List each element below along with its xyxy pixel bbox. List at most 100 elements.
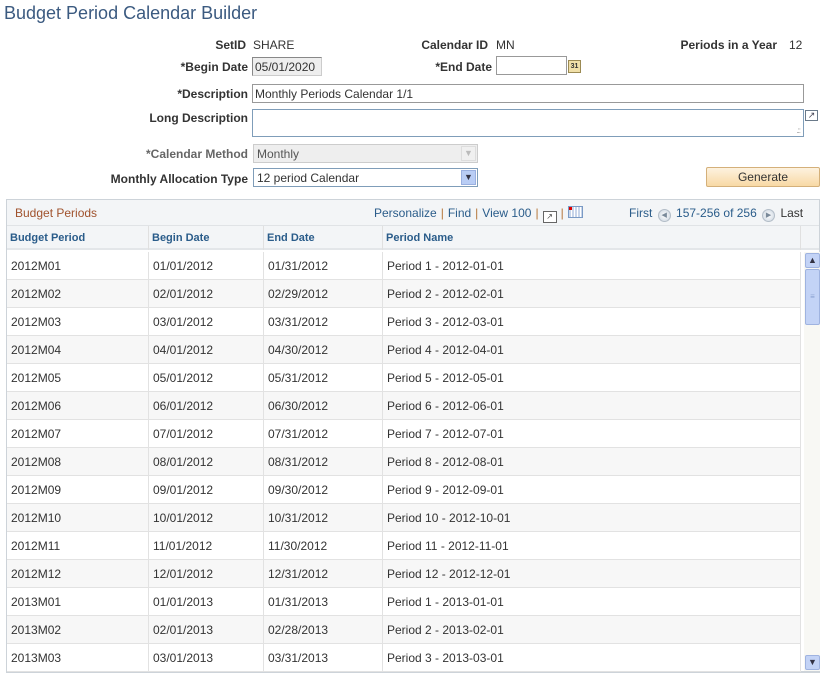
budget-period-cell: 2013M01 — [7, 588, 149, 616]
grid-title: Budget Periods — [15, 206, 98, 220]
chevron-down-icon: ▼ — [461, 146, 476, 161]
begin-date-cell: 08/01/2012 — [149, 448, 264, 476]
long-description-field[interactable]: .:: — [252, 109, 804, 137]
end-date-cell: 02/29/2012 — [264, 280, 383, 308]
column-header-begin-date[interactable]: Begin Date — [149, 226, 264, 250]
resize-grip-icon[interactable]: .:: — [796, 126, 801, 135]
find-link[interactable]: Find — [448, 206, 471, 220]
last-link[interactable]: Last — [780, 206, 803, 220]
table-row[interactable]: 2012M10 10/01/2012 10/31/2012 Period 10 - 2… — [7, 504, 801, 532]
table-row[interactable]: 2012M11 11/01/2012 11/30/2012 Period 11 - 2… — [7, 532, 801, 560]
budget-period-cell: 2012M11 — [7, 532, 149, 560]
begin-date-cell: 02/01/2012 — [149, 280, 264, 308]
period-name-cell: Period 12 - 2012-12-01 — [383, 560, 801, 588]
column-header-end-date[interactable]: End Date — [264, 226, 383, 250]
generate-button[interactable]: Generate — [706, 167, 820, 187]
grid-rows: 2012M01 01/01/2012 01/31/2012 Period 1 - 20… — [7, 252, 801, 672]
calendar-method-label: *Calendar Method — [145, 147, 248, 161]
end-date-cell: 02/28/2013 — [264, 616, 383, 644]
personalize-link[interactable]: Personalize — [374, 206, 437, 220]
periods-in-year-value: 12 — [789, 38, 803, 52]
period-name-cell: Period 3 - 2013-03-01 — [383, 644, 801, 672]
end-date-cell: 04/30/2012 — [264, 336, 383, 364]
budget-period-cell: 2012M03 — [7, 308, 149, 336]
calendar-id-value: MN — [496, 38, 515, 52]
zoom-grid-icon[interactable]: ↗ — [542, 211, 557, 223]
begin-date-cell: 10/01/2012 — [149, 504, 264, 532]
allocation-type-value: 12 period Calendar — [257, 171, 360, 185]
table-row[interactable]: 2013M01 01/01/2013 01/31/2013 Period 1 - 20… — [7, 588, 801, 616]
budget-period-cell: 2012M08 — [7, 448, 149, 476]
setid-label: SetID — [215, 38, 246, 52]
scroll-down-icon[interactable]: ▼ — [805, 655, 820, 670]
table-row[interactable]: 2012M02 02/01/2012 02/29/2012 Period 2 - 20… — [7, 280, 801, 308]
budget-period-cell: 2012M07 — [7, 420, 149, 448]
page-title: Budget Period Calendar Builder — [4, 3, 258, 23]
period-name-cell: Period 5 - 2012-05-01 — [383, 364, 801, 392]
calendar-id-label: Calendar ID — [421, 38, 488, 52]
previous-icon[interactable]: ◀ — [657, 209, 671, 222]
scroll-up-icon[interactable]: ▲ — [805, 253, 820, 268]
period-name-cell: Period 11 - 2012-11-01 — [383, 532, 801, 560]
first-link[interactable]: First — [629, 206, 652, 220]
begin-date-cell: 09/01/2012 — [149, 476, 264, 504]
table-row[interactable]: 2013M03 03/01/2013 03/31/2013 Period 3 - 20… — [7, 644, 801, 672]
column-header-budget-period[interactable]: Budget Period — [7, 226, 149, 250]
period-name-cell: Period 2 - 2012-02-01 — [383, 280, 801, 308]
view-all-link[interactable]: View 100 — [482, 206, 531, 220]
budget-periods-grid: Budget Periods Personalize | Find | View 100… — [6, 199, 820, 673]
begin-date-cell: 04/01/2012 — [149, 336, 264, 364]
table-row[interactable]: 2012M12 12/01/2012 12/31/2012 Period 12 - 2… — [7, 560, 801, 588]
calendar-icon[interactable]: 31 — [568, 60, 581, 73]
end-date-field[interactable] — [496, 56, 567, 75]
setid-value: SHARE — [253, 38, 295, 52]
begin-date-cell: 12/01/2012 — [149, 560, 264, 588]
chevron-down-icon[interactable]: ▼ — [461, 170, 476, 185]
begin-date-cell: 07/01/2012 — [149, 420, 264, 448]
begin-date-field[interactable] — [252, 57, 322, 76]
table-row[interactable]: 2012M05 05/01/2012 05/31/2012 Period 5 - 20… — [7, 364, 801, 392]
budget-period-cell: 2013M02 — [7, 616, 149, 644]
table-row[interactable]: 2012M07 07/01/2012 07/31/2012 Period 7 - 20… — [7, 420, 801, 448]
scroll-thumb[interactable]: ≡ — [805, 269, 820, 325]
end-date-cell: 01/31/2013 — [264, 588, 383, 616]
period-name-cell: Period 9 - 2012-09-01 — [383, 476, 801, 504]
begin-date-cell: 11/01/2012 — [149, 532, 264, 560]
table-row[interactable]: 2012M08 08/01/2012 08/31/2012 Period 8 - 20… — [7, 448, 801, 476]
download-spreadsheet-icon[interactable] — [567, 206, 583, 218]
end-date-label: *End Date — [435, 60, 492, 74]
end-date-cell: 05/31/2012 — [264, 364, 383, 392]
allocation-type-select[interactable]: 12 period Calendar ▼ — [253, 168, 478, 187]
begin-date-cell: 02/01/2013 — [149, 616, 264, 644]
end-date-cell: 01/31/2012 — [264, 252, 383, 280]
end-date-cell: 09/30/2012 — [264, 476, 383, 504]
budget-period-cell: 2012M09 — [7, 476, 149, 504]
next-icon[interactable]: ▶ — [762, 209, 776, 222]
table-row[interactable]: 2013M02 02/01/2013 02/28/2013 Period 2 - 20… — [7, 616, 801, 644]
budget-period-cell: 2012M01 — [7, 252, 149, 280]
grid-header-bar: Budget Periods Personalize | Find | View 100… — [7, 200, 819, 226]
period-name-cell: Period 4 - 2012-04-01 — [383, 336, 801, 364]
end-date-cell: 08/31/2012 — [264, 448, 383, 476]
grid-toolbar: Personalize | Find | View 100 | ↗ | — [374, 206, 583, 223]
table-row[interactable]: 2012M06 06/01/2012 06/30/2012 Period 6 - 20… — [7, 392, 801, 420]
budget-period-cell: 2012M04 — [7, 336, 149, 364]
end-date-cell: 11/30/2012 — [264, 532, 383, 560]
expand-icon[interactable]: ↗ — [805, 110, 818, 121]
column-header-period-name[interactable]: Period Name — [383, 226, 801, 250]
table-row[interactable]: 2012M04 04/01/2012 04/30/2012 Period 4 - 20… — [7, 336, 801, 364]
table-row[interactable]: 2012M03 03/01/2012 03/31/2012 Period 3 - 20… — [7, 308, 801, 336]
period-name-cell: Period 6 - 2012-06-01 — [383, 392, 801, 420]
budget-period-cell: 2013M03 — [7, 644, 149, 672]
vertical-scrollbar[interactable]: ▲ ≡ ▼ — [804, 252, 820, 671]
table-row[interactable]: 2012M09 09/01/2012 09/30/2012 Period 9 - 20… — [7, 476, 801, 504]
begin-date-cell: 03/01/2012 — [149, 308, 264, 336]
end-date-cell: 03/31/2012 — [264, 308, 383, 336]
period-name-cell: Period 10 - 2012-10-01 — [383, 504, 801, 532]
description-field[interactable] — [252, 84, 804, 103]
pager: First ◀ 157-256 of 256 ▶ Last — [629, 206, 803, 222]
period-name-cell: Period 3 - 2012-03-01 — [383, 308, 801, 336]
column-headers: Budget Period Begin Date End Date Period… — [7, 226, 819, 250]
period-name-cell: Period 1 - 2013-01-01 — [383, 588, 801, 616]
table-row[interactable]: 2012M01 01/01/2012 01/31/2012 Period 1 - 20… — [7, 252, 801, 280]
